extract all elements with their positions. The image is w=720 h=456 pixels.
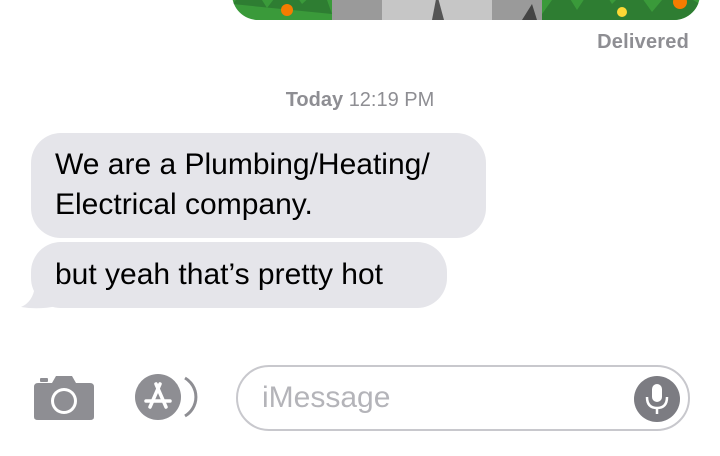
message-text-line: but yeah that’s pretty hot xyxy=(55,258,383,291)
app-store-icon xyxy=(135,374,198,420)
app-store-button[interactable] xyxy=(133,372,205,422)
sent-image-preview xyxy=(232,0,700,20)
incoming-message-bubble[interactable]: We are a Plumbing/Heating/ Electrical co… xyxy=(31,133,486,238)
timestamp-day: Today xyxy=(285,89,344,111)
microphone-icon xyxy=(634,376,680,422)
camera-icon xyxy=(34,376,94,420)
conversation-timestamp: Today 12:19 PM xyxy=(0,89,720,112)
dictation-button[interactable] xyxy=(634,376,680,422)
timestamp-time: 12:19 PM xyxy=(348,89,435,111)
sent-image-attachment[interactable] xyxy=(232,0,700,20)
message-text-line: Electrical company. xyxy=(55,188,313,221)
incoming-message-bubble[interactable]: but yeah that’s pretty hot xyxy=(31,242,447,308)
message-text-line: We are a Plumbing/Heating/ xyxy=(55,148,430,181)
imessage-input[interactable] xyxy=(262,367,622,429)
message-input-field[interactable] xyxy=(236,365,690,431)
camera-button[interactable] xyxy=(32,373,96,421)
delivery-status: Delivered xyxy=(597,31,689,53)
messages-screen: Delivered Today 12:19 PM We are a Plumbi… xyxy=(0,0,720,456)
